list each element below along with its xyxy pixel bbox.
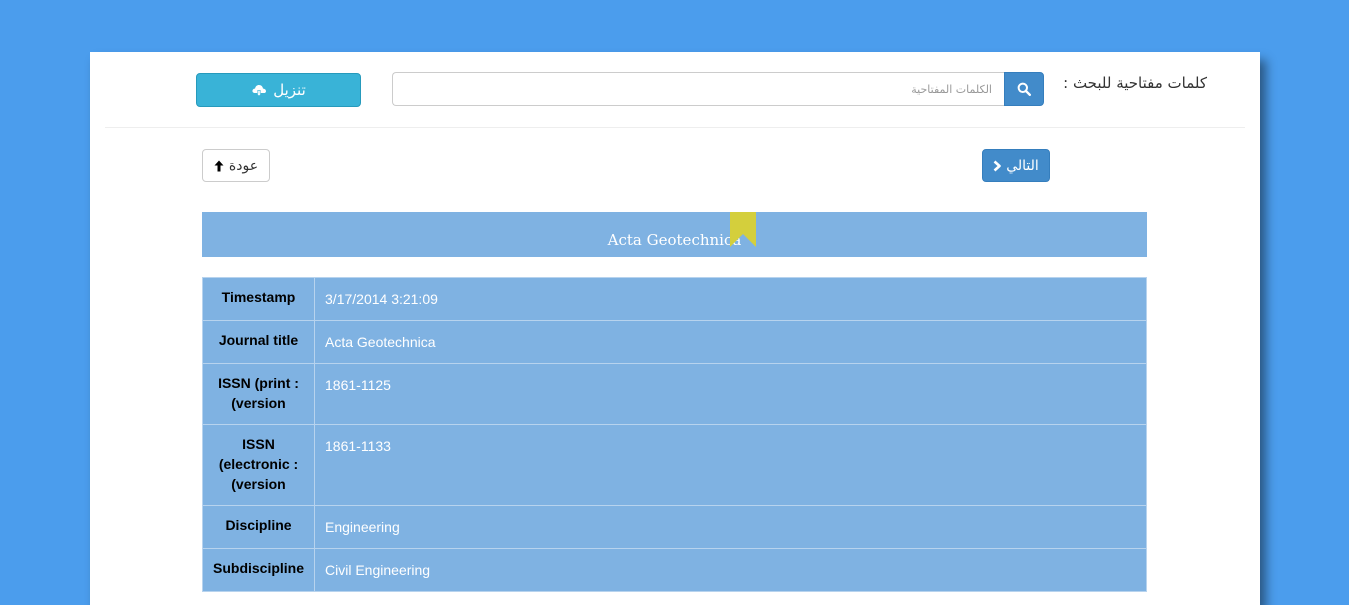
download-button[interactable]: تنزيل bbox=[196, 73, 361, 107]
table-row: Timestamp 3/17/2014 3:21:09 bbox=[201, 277, 1147, 321]
search-input[interactable] bbox=[392, 72, 1004, 106]
table-row: ISSN (electronic :(version 1861-1133 bbox=[201, 424, 1147, 506]
row-key: ISSN (print :(version bbox=[201, 363, 316, 425]
row-value: Civil Engineering bbox=[314, 548, 1147, 592]
download-label: تنزيل bbox=[273, 81, 306, 99]
row-value: Engineering bbox=[314, 505, 1147, 549]
row-value: 3/17/2014 3:21:09 bbox=[314, 277, 1147, 321]
header-divider bbox=[105, 127, 1245, 128]
record-details-table: Timestamp 3/17/2014 3:21:09 Journal title A… bbox=[201, 277, 1147, 592]
next-label: التالي bbox=[1006, 157, 1039, 174]
next-button[interactable]: التالي bbox=[982, 149, 1050, 182]
row-key: Journal title bbox=[201, 320, 316, 364]
table-row: Discipline Engineering bbox=[201, 505, 1147, 549]
row-key: Discipline bbox=[201, 505, 316, 549]
main-panel: كلمات مفتاحية للبحث : تنزيل عودة التالي bbox=[90, 52, 1260, 605]
search-label: كلمات مفتاحية للبحث : bbox=[1063, 74, 1207, 92]
table-row: Journal title Acta Geotechnica bbox=[201, 320, 1147, 364]
row-key: Timestamp bbox=[201, 277, 316, 321]
row-value: 1861-1125 bbox=[314, 363, 1147, 425]
cloud-download-icon bbox=[252, 85, 267, 97]
row-key: ISSN (electronic :(version bbox=[201, 424, 316, 506]
bookmark-ribbon-icon bbox=[730, 212, 756, 247]
row-value: 1861-1133 bbox=[314, 424, 1147, 506]
table-row: ISSN (print :(version 1861-1125 bbox=[201, 363, 1147, 425]
search-icon bbox=[1017, 82, 1031, 96]
table-row: Subdiscipline Civil Engineering bbox=[201, 548, 1147, 592]
back-button[interactable]: عودة bbox=[202, 149, 270, 182]
record-title: Acta Geotechnica bbox=[607, 231, 742, 249]
arrow-up-icon bbox=[214, 160, 224, 171]
search-button[interactable] bbox=[1004, 72, 1044, 106]
record-title-banner: Acta Geotechnica bbox=[202, 212, 1147, 257]
chevron-right-icon bbox=[993, 160, 1002, 171]
back-label: عودة bbox=[228, 157, 259, 174]
row-key: Subdiscipline bbox=[201, 548, 316, 592]
search-group bbox=[392, 72, 1044, 106]
row-value: Acta Geotechnica bbox=[314, 320, 1147, 364]
